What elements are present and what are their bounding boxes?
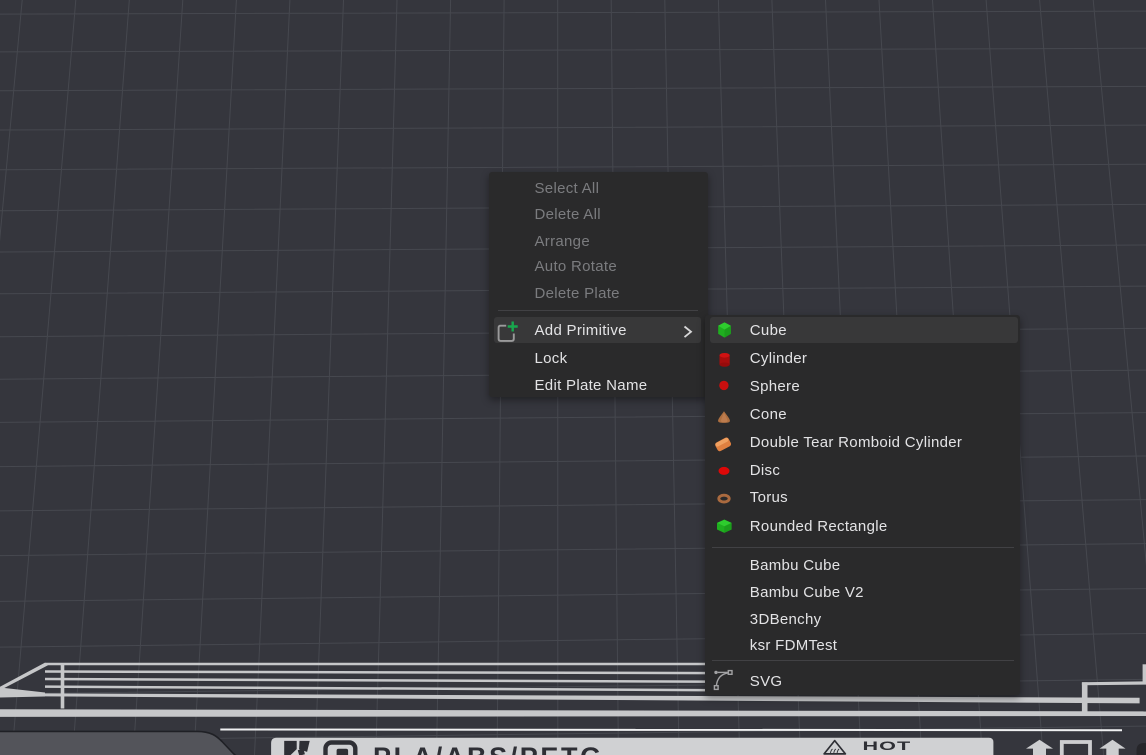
svg-text:HOT: HOT (863, 739, 912, 753)
svg-text:PLA/ABS/PETG: PLA/ABS/PETG (373, 742, 604, 755)
